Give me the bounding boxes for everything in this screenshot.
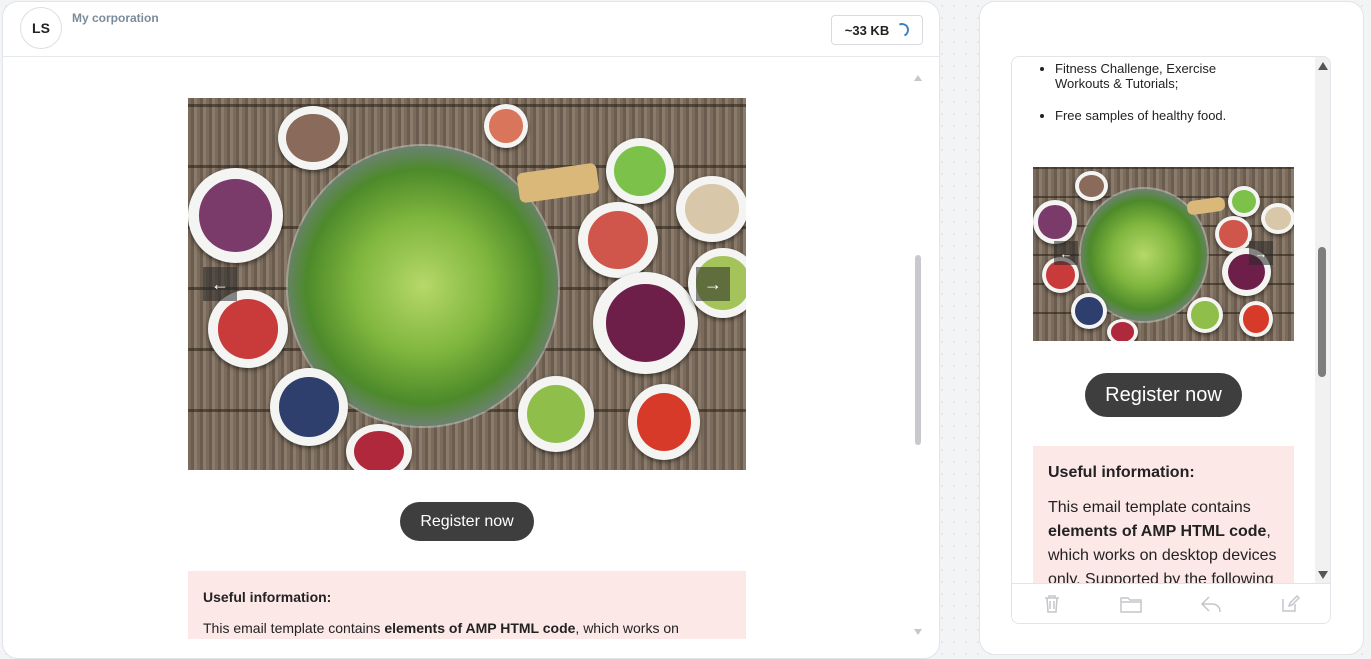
- reply-icon[interactable]: [1200, 593, 1222, 615]
- carousel-next-arrow-icon[interactable]: →: [1249, 241, 1273, 265]
- carousel-image: ← →: [1033, 167, 1294, 341]
- scroll-down-arrow-icon[interactable]: [914, 629, 922, 635]
- carousel-prev-arrow-icon[interactable]: ←: [1054, 241, 1078, 265]
- info-title: Useful information:: [1048, 464, 1195, 481]
- carousel-image: ← →: [188, 98, 746, 470]
- info-title: Useful information:: [203, 589, 332, 605]
- list-item: Free samples of healthy food.: [1055, 108, 1270, 123]
- feature-list: Fitness Challenge, Exercise Workouts & T…: [1055, 61, 1270, 140]
- desktop-preview: LS My corporation ~33 KB ← → Register no…: [2, 1, 940, 659]
- list-item: Fitness Challenge, Exercise Workouts & T…: [1055, 61, 1270, 91]
- trash-icon[interactable]: [1041, 593, 1063, 615]
- carousel-next-arrow-icon[interactable]: →: [696, 267, 730, 301]
- size-badge-label: ~33 KB: [844, 22, 890, 38]
- avatar: LS: [20, 7, 62, 49]
- email-header: LS My corporation ~33 KB: [3, 2, 939, 57]
- mobile-preview: Fitness Challenge, Exercise Workouts & T…: [979, 1, 1364, 655]
- register-now-button[interactable]: Register now: [400, 502, 534, 541]
- useful-information-box: Useful information: This email template …: [188, 571, 746, 639]
- size-badge[interactable]: ~33 KB: [831, 15, 923, 45]
- edit-icon[interactable]: [1279, 593, 1301, 615]
- info-text: This email template contains elements of…: [1048, 499, 1277, 583]
- folder-icon[interactable]: [1120, 593, 1142, 615]
- scrollbar-thumb[interactable]: [915, 255, 921, 445]
- mail-toolbar: [1012, 583, 1330, 623]
- phone-email-content: Fitness Challenge, Exercise Workouts & T…: [1012, 57, 1314, 583]
- scroll-up-arrow-icon[interactable]: [1318, 62, 1328, 70]
- useful-information-box: Useful information: This email template …: [1033, 446, 1294, 583]
- scroll-up-arrow-icon[interactable]: [914, 75, 922, 81]
- scroll-down-arrow-icon[interactable]: [1318, 571, 1328, 579]
- phone-frame: Fitness Challenge, Exercise Workouts & T…: [1011, 56, 1331, 624]
- loading-spinner-icon: [893, 21, 912, 39]
- carousel-prev-arrow-icon[interactable]: ←: [203, 267, 237, 301]
- register-now-button[interactable]: Register now: [1085, 373, 1242, 417]
- info-text: This email template contains elements of…: [203, 620, 679, 636]
- sender-name: My corporation: [72, 11, 159, 25]
- scrollbar-thumb[interactable]: [1318, 247, 1326, 377]
